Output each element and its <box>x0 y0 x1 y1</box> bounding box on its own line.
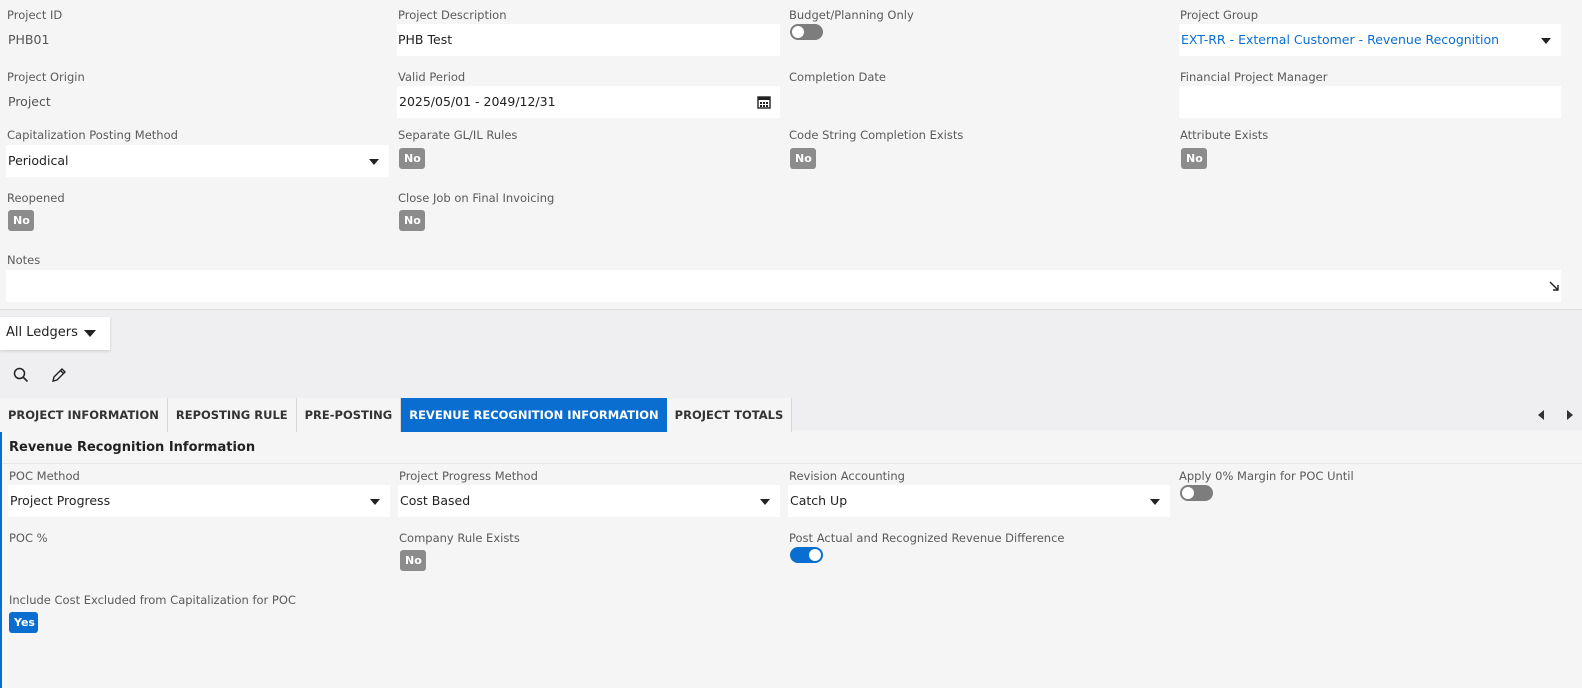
separate-gl-il-rules-badge[interactable]: No <box>399 148 425 169</box>
tab-project-information[interactable]: PROJECT INFORMATION <box>0 398 168 432</box>
project-progress-method-value: Cost Based <box>400 493 471 508</box>
poc-method-select[interactable]: Project Progress <box>8 485 390 517</box>
post-actual-recognized-diff-toggle[interactable] <box>790 547 823 563</box>
project-origin-label: Project Origin <box>7 70 85 84</box>
project-group-select[interactable]: EXT-RR - External Customer - Revenue Rec… <box>1179 24 1561 56</box>
separate-gl-il-rules-label: Separate GL/IL Rules <box>398 128 518 142</box>
tab-revenue-recognition-information[interactable]: REVENUE RECOGNITION INFORMATION <box>401 398 667 432</box>
calendar-icon[interactable] <box>757 95 771 109</box>
valid-period-label: Valid Period <box>398 70 466 84</box>
section-title: Revenue Recognition Information <box>9 440 256 455</box>
tab-bar: PROJECT INFORMATION REPOSTING RULE PRE-P… <box>0 398 793 432</box>
include-cost-excluded-label: Include Cost Excluded from Capitalizatio… <box>9 593 296 607</box>
toggle-knob <box>1182 487 1194 499</box>
pencil-icon[interactable] <box>50 366 68 384</box>
reopened-label: Reopened <box>7 191 65 205</box>
project-description-value: PHB Test <box>398 32 453 47</box>
poc-percent-label: POC % <box>9 531 48 545</box>
project-progress-method-select[interactable]: Cost Based <box>398 485 780 517</box>
apply-zero-margin-label: Apply 0% Margin for POC Until <box>1179 469 1354 483</box>
notes-textarea[interactable] <box>6 270 1561 302</box>
project-origin-value: Project <box>8 94 51 109</box>
capitalization-posting-method-label: Capitalization Posting Method <box>7 128 178 142</box>
chevron-down-icon <box>1541 38 1551 44</box>
post-actual-recognized-diff-label: Post Actual and Recognized Revenue Diffe… <box>789 531 1065 545</box>
all-ledgers-label: All Ledgers <box>6 325 78 340</box>
capitalization-posting-method-value: Periodical <box>8 153 69 168</box>
project-description-label: Project Description <box>398 8 507 22</box>
valid-period-input[interactable]: 2025/05/01 - 2049/12/31 <box>397 86 780 118</box>
include-cost-excluded-badge[interactable]: Yes <box>9 612 38 633</box>
close-job-on-final-invoicing-label: Close Job on Final Invoicing <box>398 191 555 205</box>
tab-scroll-right-icon[interactable] <box>1567 410 1573 420</box>
capitalization-posting-method-select[interactable]: Periodical <box>6 145 389 177</box>
chevron-down-icon <box>760 499 770 505</box>
budget-planning-only-label: Budget/Planning Only <box>789 8 914 22</box>
tab-scroll-left-icon[interactable] <box>1538 410 1544 420</box>
project-group-value: EXT-RR - External Customer - Revenue Rec… <box>1181 32 1500 47</box>
section-title-divider <box>2 463 1582 464</box>
budget-planning-only-toggle[interactable] <box>790 24 823 40</box>
chevron-down-icon <box>369 159 379 165</box>
financial-project-manager-label: Financial Project Manager <box>1180 70 1328 84</box>
valid-period-value: 2025/05/01 - 2049/12/31 <box>399 94 556 109</box>
code-string-completion-exists-badge[interactable]: No <box>790 148 816 169</box>
apply-zero-margin-toggle[interactable] <box>1180 485 1213 501</box>
company-rule-exists-label: Company Rule Exists <box>399 531 520 545</box>
notes-label: Notes <box>7 253 41 267</box>
reopened-badge[interactable]: No <box>8 210 34 231</box>
revision-accounting-select[interactable]: Catch Up <box>788 485 1170 517</box>
search-icon[interactable] <box>12 366 30 384</box>
attribute-exists-label: Attribute Exists <box>1180 128 1269 142</box>
financial-project-manager-input[interactable] <box>1179 86 1561 118</box>
poc-method-label: POC Method <box>9 469 80 483</box>
toggle-knob <box>809 549 821 561</box>
project-description-input[interactable]: PHB Test <box>397 24 780 56</box>
expand-arrow-icon[interactable] <box>1549 281 1560 292</box>
revision-accounting-label: Revision Accounting <box>789 469 905 483</box>
completion-date-label: Completion Date <box>789 70 887 84</box>
poc-method-value: Project Progress <box>10 493 111 508</box>
attribute-exists-badge[interactable]: No <box>1181 148 1207 169</box>
company-rule-exists-badge[interactable]: No <box>400 550 426 571</box>
tab-project-totals[interactable]: PROJECT TOTALS <box>666 398 793 432</box>
toggle-knob <box>792 26 804 38</box>
tab-pre-posting[interactable]: PRE-POSTING <box>296 398 402 432</box>
code-string-completion-exists-label: Code String Completion Exists <box>789 128 964 142</box>
project-progress-method-label: Project Progress Method <box>399 469 538 483</box>
revision-accounting-value: Catch Up <box>790 493 848 508</box>
all-ledgers-dropdown[interactable]: All Ledgers <box>0 317 110 350</box>
chevron-down-icon <box>370 499 380 505</box>
project-group-label: Project Group <box>1180 8 1259 22</box>
chevron-down-icon <box>84 330 96 337</box>
project-id-value: PHB01 <box>8 32 50 47</box>
chevron-down-icon <box>1150 499 1160 505</box>
tab-reposting-rule[interactable]: REPOSTING RULE <box>167 398 297 432</box>
project-id-label: Project ID <box>7 8 63 22</box>
close-job-on-final-invoicing-badge[interactable]: No <box>399 210 425 231</box>
